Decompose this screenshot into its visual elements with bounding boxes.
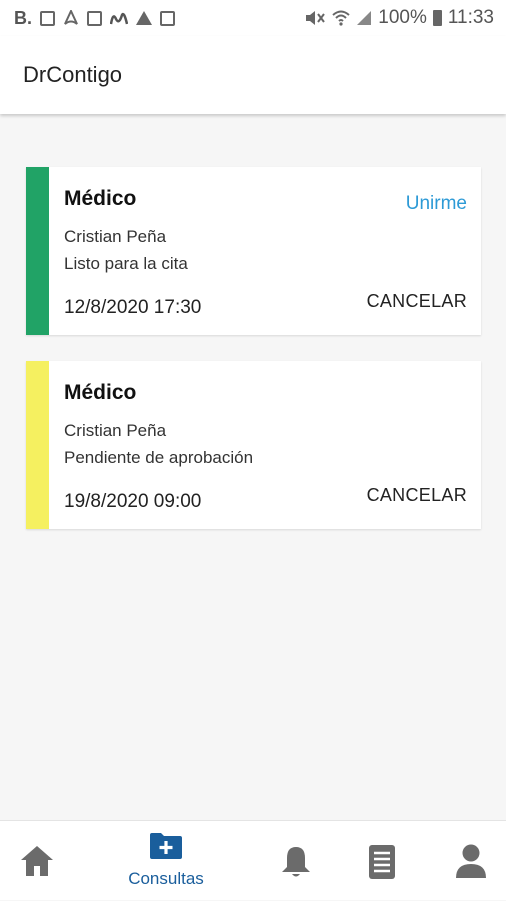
cancel-button[interactable]: CANCELAR: [367, 485, 467, 506]
app-title: DrContigo: [23, 62, 123, 87]
nav-label-consultas: Consultas: [128, 869, 204, 888]
gallery-notification-icon: [160, 10, 175, 26]
battery-percentage: 100%: [378, 7, 427, 28]
status-bar: B. 100% 11:33: [0, 0, 506, 36]
airbnb-notification-icon: [63, 10, 79, 26]
wifi-icon: [332, 10, 350, 26]
nav-item-documents[interactable]: [348, 821, 418, 901]
join-button[interactable]: Unirme: [406, 193, 467, 215]
appointment-datetime: 12/8/2020 17:30: [64, 297, 202, 318]
appointment-card[interactable]: Médico Cristian Peña Pendiente de aproba…: [26, 361, 481, 529]
status-bar-notifications: B.: [14, 8, 175, 29]
bottom-navigation: Consultas: [0, 820, 506, 900]
appointment-status: Pendiente de aprobación: [64, 448, 254, 467]
home-icon: [20, 845, 54, 877]
appointment-status: Listo para la cita: [64, 254, 188, 273]
appointment-type: Médico: [64, 187, 137, 210]
status-indicator-stripe: [26, 361, 49, 529]
signal-icon: [356, 10, 372, 26]
bell-icon: [281, 845, 311, 879]
nav-item-notifications[interactable]: [262, 821, 332, 901]
doctor-name: Cristian Peña: [64, 227, 167, 246]
mute-icon: [304, 10, 326, 26]
document-list-icon: [368, 844, 396, 880]
folder-plus-icon: [149, 832, 183, 860]
image-notification-icon: [40, 10, 55, 26]
person-icon: [455, 843, 487, 879]
cancel-button[interactable]: CANCELAR: [367, 291, 467, 312]
app-notification-letter: B.: [14, 7, 32, 28]
nav-item-home[interactable]: [0, 821, 76, 901]
clock: 11:33: [447, 7, 494, 28]
appointment-card[interactable]: Médico Cristian Peña Listo para la cita …: [26, 167, 481, 335]
movistar-notification-icon: [110, 11, 128, 25]
status-indicator-stripe: [26, 167, 49, 335]
battery-icon: [432, 10, 442, 26]
nav-item-consultas[interactable]: Consultas: [110, 821, 222, 901]
doctor-name: Cristian Peña: [64, 421, 167, 440]
app-bar: DrContigo: [0, 36, 506, 114]
appointment-datetime: 19/8/2020 09:00: [64, 491, 202, 512]
status-bar-system: 100% 11:33: [304, 7, 494, 29]
nav-item-profile[interactable]: [436, 821, 506, 901]
warning-notification-icon: [136, 11, 152, 25]
appointment-type: Médico: [64, 381, 137, 404]
skype-notification-icon: [87, 10, 102, 26]
